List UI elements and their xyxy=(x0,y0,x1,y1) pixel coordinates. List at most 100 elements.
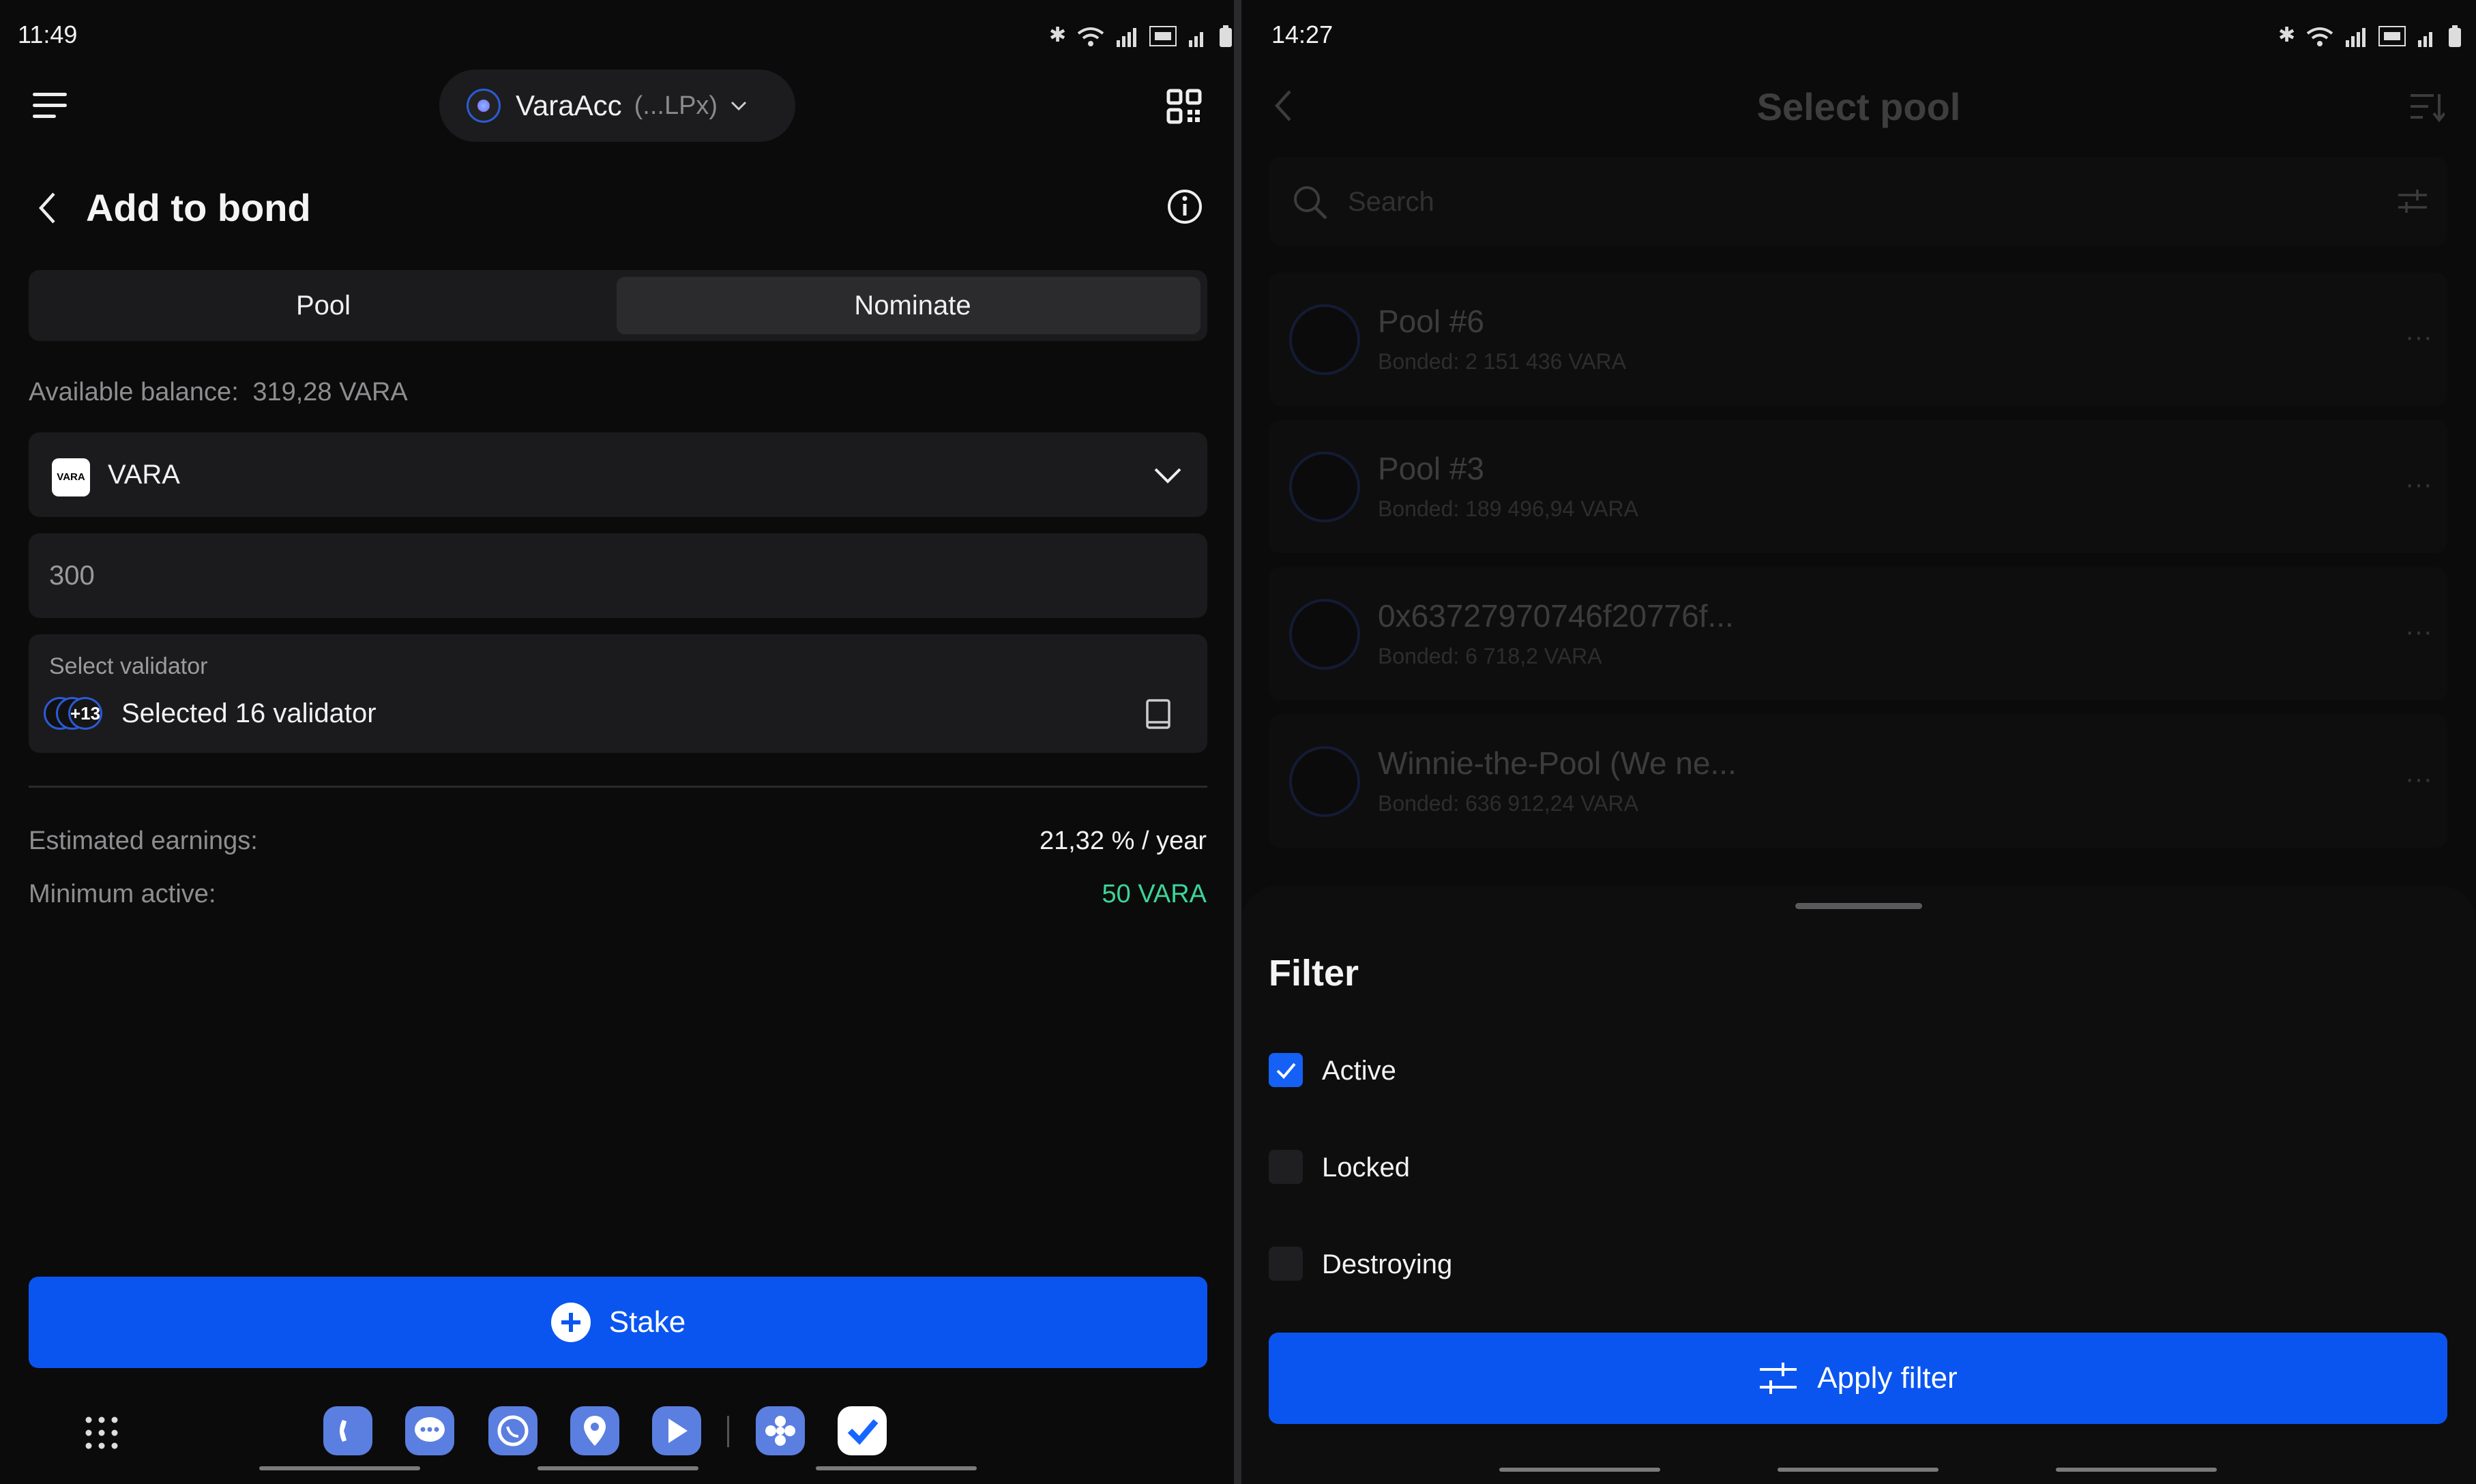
apply-filter-label: Apply filter xyxy=(1817,1361,1958,1395)
earnings-value: 21,32 % / year xyxy=(1039,827,1207,855)
filter-bottom-sheet: Filter Active Locked Destroying Apply fi… xyxy=(1241,885,2476,1484)
pool-card[interactable]: Pool #3 Bonded: 189 496,94 VARA ··· xyxy=(1269,420,2447,553)
page-title: Select pool xyxy=(1756,85,1961,128)
tab-switcher: Pool Nominate xyxy=(29,270,1207,341)
search-placeholder: Search xyxy=(1348,187,1434,217)
token-name: VARA xyxy=(108,460,180,490)
pool-card[interactable]: 0x63727970746f20776f... Bonded: 6 718,2 … xyxy=(1269,567,2447,700)
locked-label: Locked xyxy=(1322,1153,1410,1183)
sliders-icon xyxy=(1760,1363,1797,1394)
token-select[interactable]: VARA VARA xyxy=(29,432,1207,517)
pool-bonded: Bonded: 189 496,94 VARA xyxy=(1378,496,1638,521)
earnings-label: Estimated earnings: xyxy=(29,827,258,855)
balance-value: 319,28 VARA xyxy=(252,378,408,406)
vara-token-logo: VARA xyxy=(52,458,90,496)
menu-icon[interactable] xyxy=(33,93,68,120)
active-checkbox[interactable] xyxy=(1269,1053,1303,1087)
pool-avatar xyxy=(1289,451,1360,522)
nav-bar-indicator xyxy=(537,1466,698,1470)
pool-name: Winnie-the-Pool (We ne... xyxy=(1378,745,1737,781)
plus-circle-icon xyxy=(550,1303,591,1342)
balance-label: Available balance: xyxy=(29,378,239,406)
pool-avatar xyxy=(1289,304,1360,375)
nav-bar-indicator xyxy=(259,1466,420,1470)
signal-2-icon xyxy=(1189,32,1204,47)
qr-code-icon[interactable] xyxy=(1166,89,1202,124)
destroying-label: Destroying xyxy=(1322,1249,1453,1279)
bluetooth-icon: ✱ xyxy=(1049,24,1067,46)
more-options-icon[interactable]: ··· xyxy=(2405,617,2432,647)
validator-selected-text: Selected 16 validator xyxy=(121,698,377,728)
sheet-drag-handle[interactable] xyxy=(1795,903,1922,909)
signal-icon xyxy=(2346,28,2366,47)
app-drawer-icon[interactable] xyxy=(85,1416,119,1450)
nav-bar-indicator xyxy=(1778,1468,1939,1472)
volte-icon xyxy=(1149,26,1177,46)
validator-select[interactable]: Select validator +13 Selected 16 validat… xyxy=(29,634,1207,753)
wifi-icon xyxy=(1077,27,1104,46)
signal-icon xyxy=(1117,28,1137,47)
play-store-app-icon[interactable] xyxy=(652,1406,701,1455)
status-time: 14:27 xyxy=(1271,20,1333,48)
filter-icon[interactable] xyxy=(2397,188,2428,216)
wifi-icon xyxy=(2306,27,2333,46)
chevron-down-icon xyxy=(731,101,747,111)
more-options-icon[interactable]: ··· xyxy=(2405,764,2432,795)
sort-icon[interactable] xyxy=(2409,91,2445,123)
page-title: Add to bond xyxy=(86,186,311,229)
account-selector[interactable]: VaraAcc (...LPx) xyxy=(439,70,795,142)
pool-avatar xyxy=(1289,599,1360,670)
destroying-checkbox[interactable] xyxy=(1269,1247,1303,1281)
pool-avatar xyxy=(1289,746,1360,817)
whatsapp-app-icon[interactable] xyxy=(488,1406,537,1455)
amount-input[interactable]: 300 xyxy=(29,533,1207,618)
minimum-active-value: 50 VARA xyxy=(1102,880,1207,908)
pool-name: Pool #3 xyxy=(1378,451,1485,486)
signal-2-icon xyxy=(2418,32,2433,47)
split-screen-divider[interactable] xyxy=(1234,0,1241,1484)
pool-card[interactable]: Winnie-the-Pool (We ne... Bonded: 636 91… xyxy=(1269,715,2447,848)
dock-separator xyxy=(727,1416,729,1447)
back-arrow-icon[interactable] xyxy=(37,191,57,225)
apply-filter-button[interactable]: Apply filter xyxy=(1269,1333,2447,1424)
account-avatar xyxy=(467,89,501,123)
available-balance: Available balance: 319,28 VARA xyxy=(29,378,408,407)
validator-count-badge: +13 xyxy=(68,697,102,730)
divider xyxy=(29,786,1207,788)
bixby-app-icon[interactable] xyxy=(756,1406,805,1455)
validator-label: Select validator xyxy=(49,653,208,679)
chevron-down-icon xyxy=(1154,468,1181,484)
pool-bonded: Bonded: 636 912,24 VARA xyxy=(1378,791,1638,816)
account-name: VaraAcc xyxy=(516,89,622,121)
select-pool-screen: 14:27 ✱ Select pool Search Pool #6 Bonde… xyxy=(1241,0,2476,1484)
minimum-active-label: Minimum active: xyxy=(29,880,216,908)
info-icon[interactable] xyxy=(1166,188,1203,225)
tab-nominate[interactable]: Nominate xyxy=(618,270,1207,341)
nav-bar-indicator xyxy=(1499,1468,1660,1472)
nav-bar-indicator xyxy=(2056,1468,2217,1472)
pool-name: Pool #6 xyxy=(1378,303,1485,339)
pool-card[interactable]: Pool #6 Bonded: 2 151 436 VARA ··· xyxy=(1269,273,2447,406)
add-to-bond-screen: 11:49 ✱ VaraAcc (...LPx) Add to bond Poo… xyxy=(0,0,1234,1484)
battery-icon xyxy=(2449,25,2462,47)
pool-name: 0x63727970746f20776f... xyxy=(1378,598,1734,634)
search-icon xyxy=(1294,186,1327,220)
messages-app-icon[interactable] xyxy=(405,1406,454,1455)
search-input[interactable]: Search xyxy=(1269,157,2447,246)
account-address: (...LPx) xyxy=(634,91,718,120)
amount-value: 300 xyxy=(49,561,95,591)
battery-icon xyxy=(1220,25,1233,47)
status-time: 11:49 xyxy=(18,20,78,48)
tasks-app-icon[interactable] xyxy=(838,1406,887,1455)
status-icons: ✱ xyxy=(2278,23,2462,47)
more-options-icon[interactable]: ··· xyxy=(2405,469,2432,500)
locked-checkbox[interactable] xyxy=(1269,1150,1303,1184)
maps-app-icon[interactable] xyxy=(570,1406,619,1455)
phone-app-icon[interactable] xyxy=(323,1406,372,1455)
tab-pool[interactable]: Pool xyxy=(29,270,618,341)
check-icon xyxy=(1276,1063,1296,1079)
validator-avatars: +13 xyxy=(44,696,109,731)
more-options-icon[interactable]: ··· xyxy=(2405,322,2432,353)
stake-label: Stake xyxy=(608,1305,686,1339)
stake-button[interactable]: Stake xyxy=(29,1277,1207,1368)
